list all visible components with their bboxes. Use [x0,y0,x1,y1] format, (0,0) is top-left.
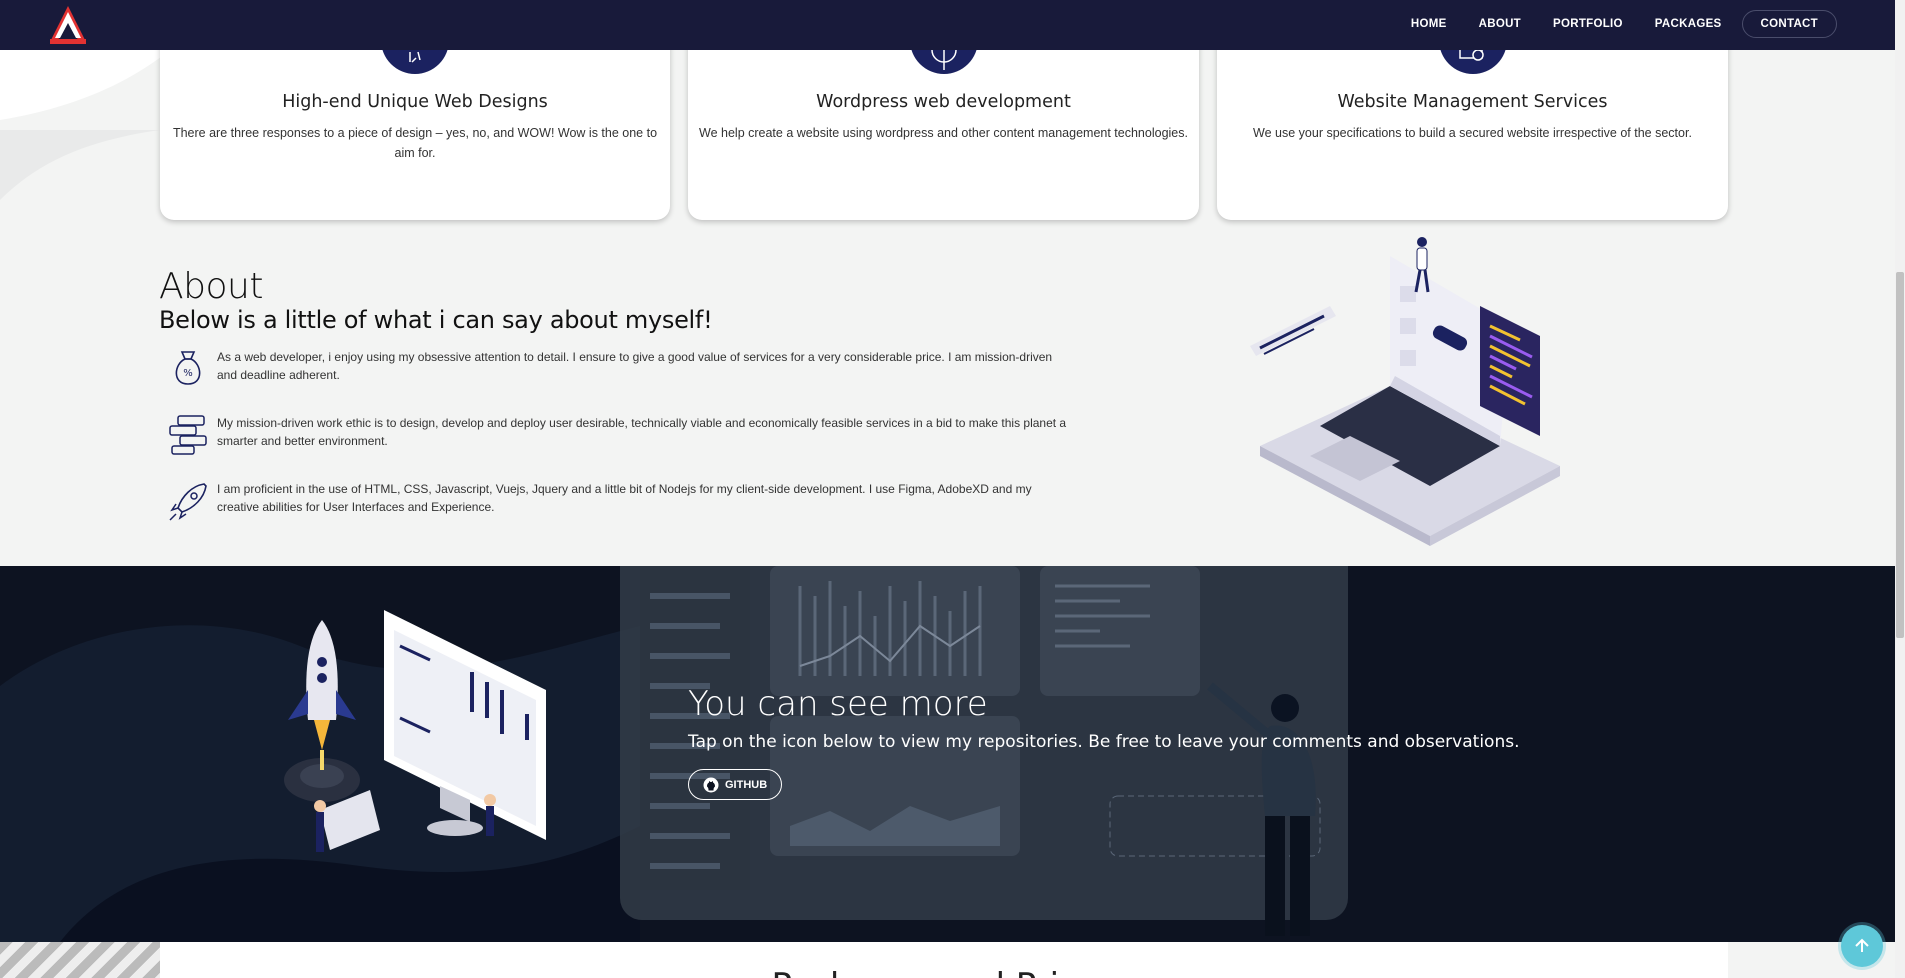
about-title: About [159,266,263,307]
rocket-monitor-illustration [284,610,546,852]
see-more-title: You can see more [688,684,988,724]
nav-portfolio[interactable]: PORTFOLIO [1537,10,1639,38]
about-subtitle: Below is a little of what i can say abou… [159,306,713,334]
github-icon [703,777,719,792]
scrollbar-thumb[interactable] [1896,272,1904,638]
service-card-management: Website Management Services We use your … [1217,30,1728,220]
money-bag-icon: % [175,351,201,385]
nav-links: HOME ABOUT PORTFOLIO PACKAGES CONTACT [1395,10,1837,38]
about-text: As a web developer, i enjoy using my obs… [217,350,1053,382]
about-item: I am proficient in the use of HTML, CSS,… [159,480,1069,522]
packages-title: Packages and Prices [160,966,1728,978]
service-card-design: High-end Unique Web Designs There are th… [160,30,670,220]
background-swoosh [0,50,170,200]
page-scrollbar[interactable] [1895,0,1905,978]
nav-about[interactable]: ABOUT [1463,10,1537,38]
about-text: My mission-driven work ethic is to desig… [217,416,1067,448]
about-text: I am proficient in the use of HTML, CSS,… [217,482,1032,514]
github-label: GITHUB [725,778,768,791]
service-text: There are three responses to a piece of … [172,126,658,160]
decorative-stripes [0,942,160,978]
github-button[interactable]: GITHUB [688,769,783,800]
rocket-icon [169,483,207,521]
see-more-section: You can see more Tap on the icon below t… [0,566,1895,942]
nav-packages[interactable]: PACKAGES [1639,10,1738,38]
nav-contact[interactable]: CONTACT [1741,10,1837,38]
site-logo[interactable] [48,4,88,46]
chat-stack-icon [169,415,207,455]
svg-text:%: % [183,368,193,379]
packages-section: Packages and Prices [160,942,1728,978]
laptop-illustration [1250,237,1560,546]
service-title: Website Management Services [1337,92,1608,112]
service-text: We help create a website using wordpress… [699,126,1188,140]
service-text: We use your specifications to build a se… [1253,126,1692,140]
scroll-to-top-button[interactable] [1841,925,1883,967]
about-item: My mission-driven work ethic is to desig… [159,414,1069,456]
top-navbar: HOME ABOUT PORTFOLIO PACKAGES CONTACT [0,0,1895,50]
arrow-up-icon [1855,938,1869,952]
see-more-subtitle: Tap on the icon below to view my reposit… [688,732,1520,752]
service-title: Wordpress web development [816,92,1071,112]
person-pointing-illustration [1207,682,1316,936]
service-title: High-end Unique Web Designs [282,92,548,112]
about-item: % As a web developer, i enjoy using my o… [159,348,1069,388]
nav-home[interactable]: HOME [1395,10,1463,38]
service-card-wordpress: Wordpress web development We help create… [688,30,1199,220]
